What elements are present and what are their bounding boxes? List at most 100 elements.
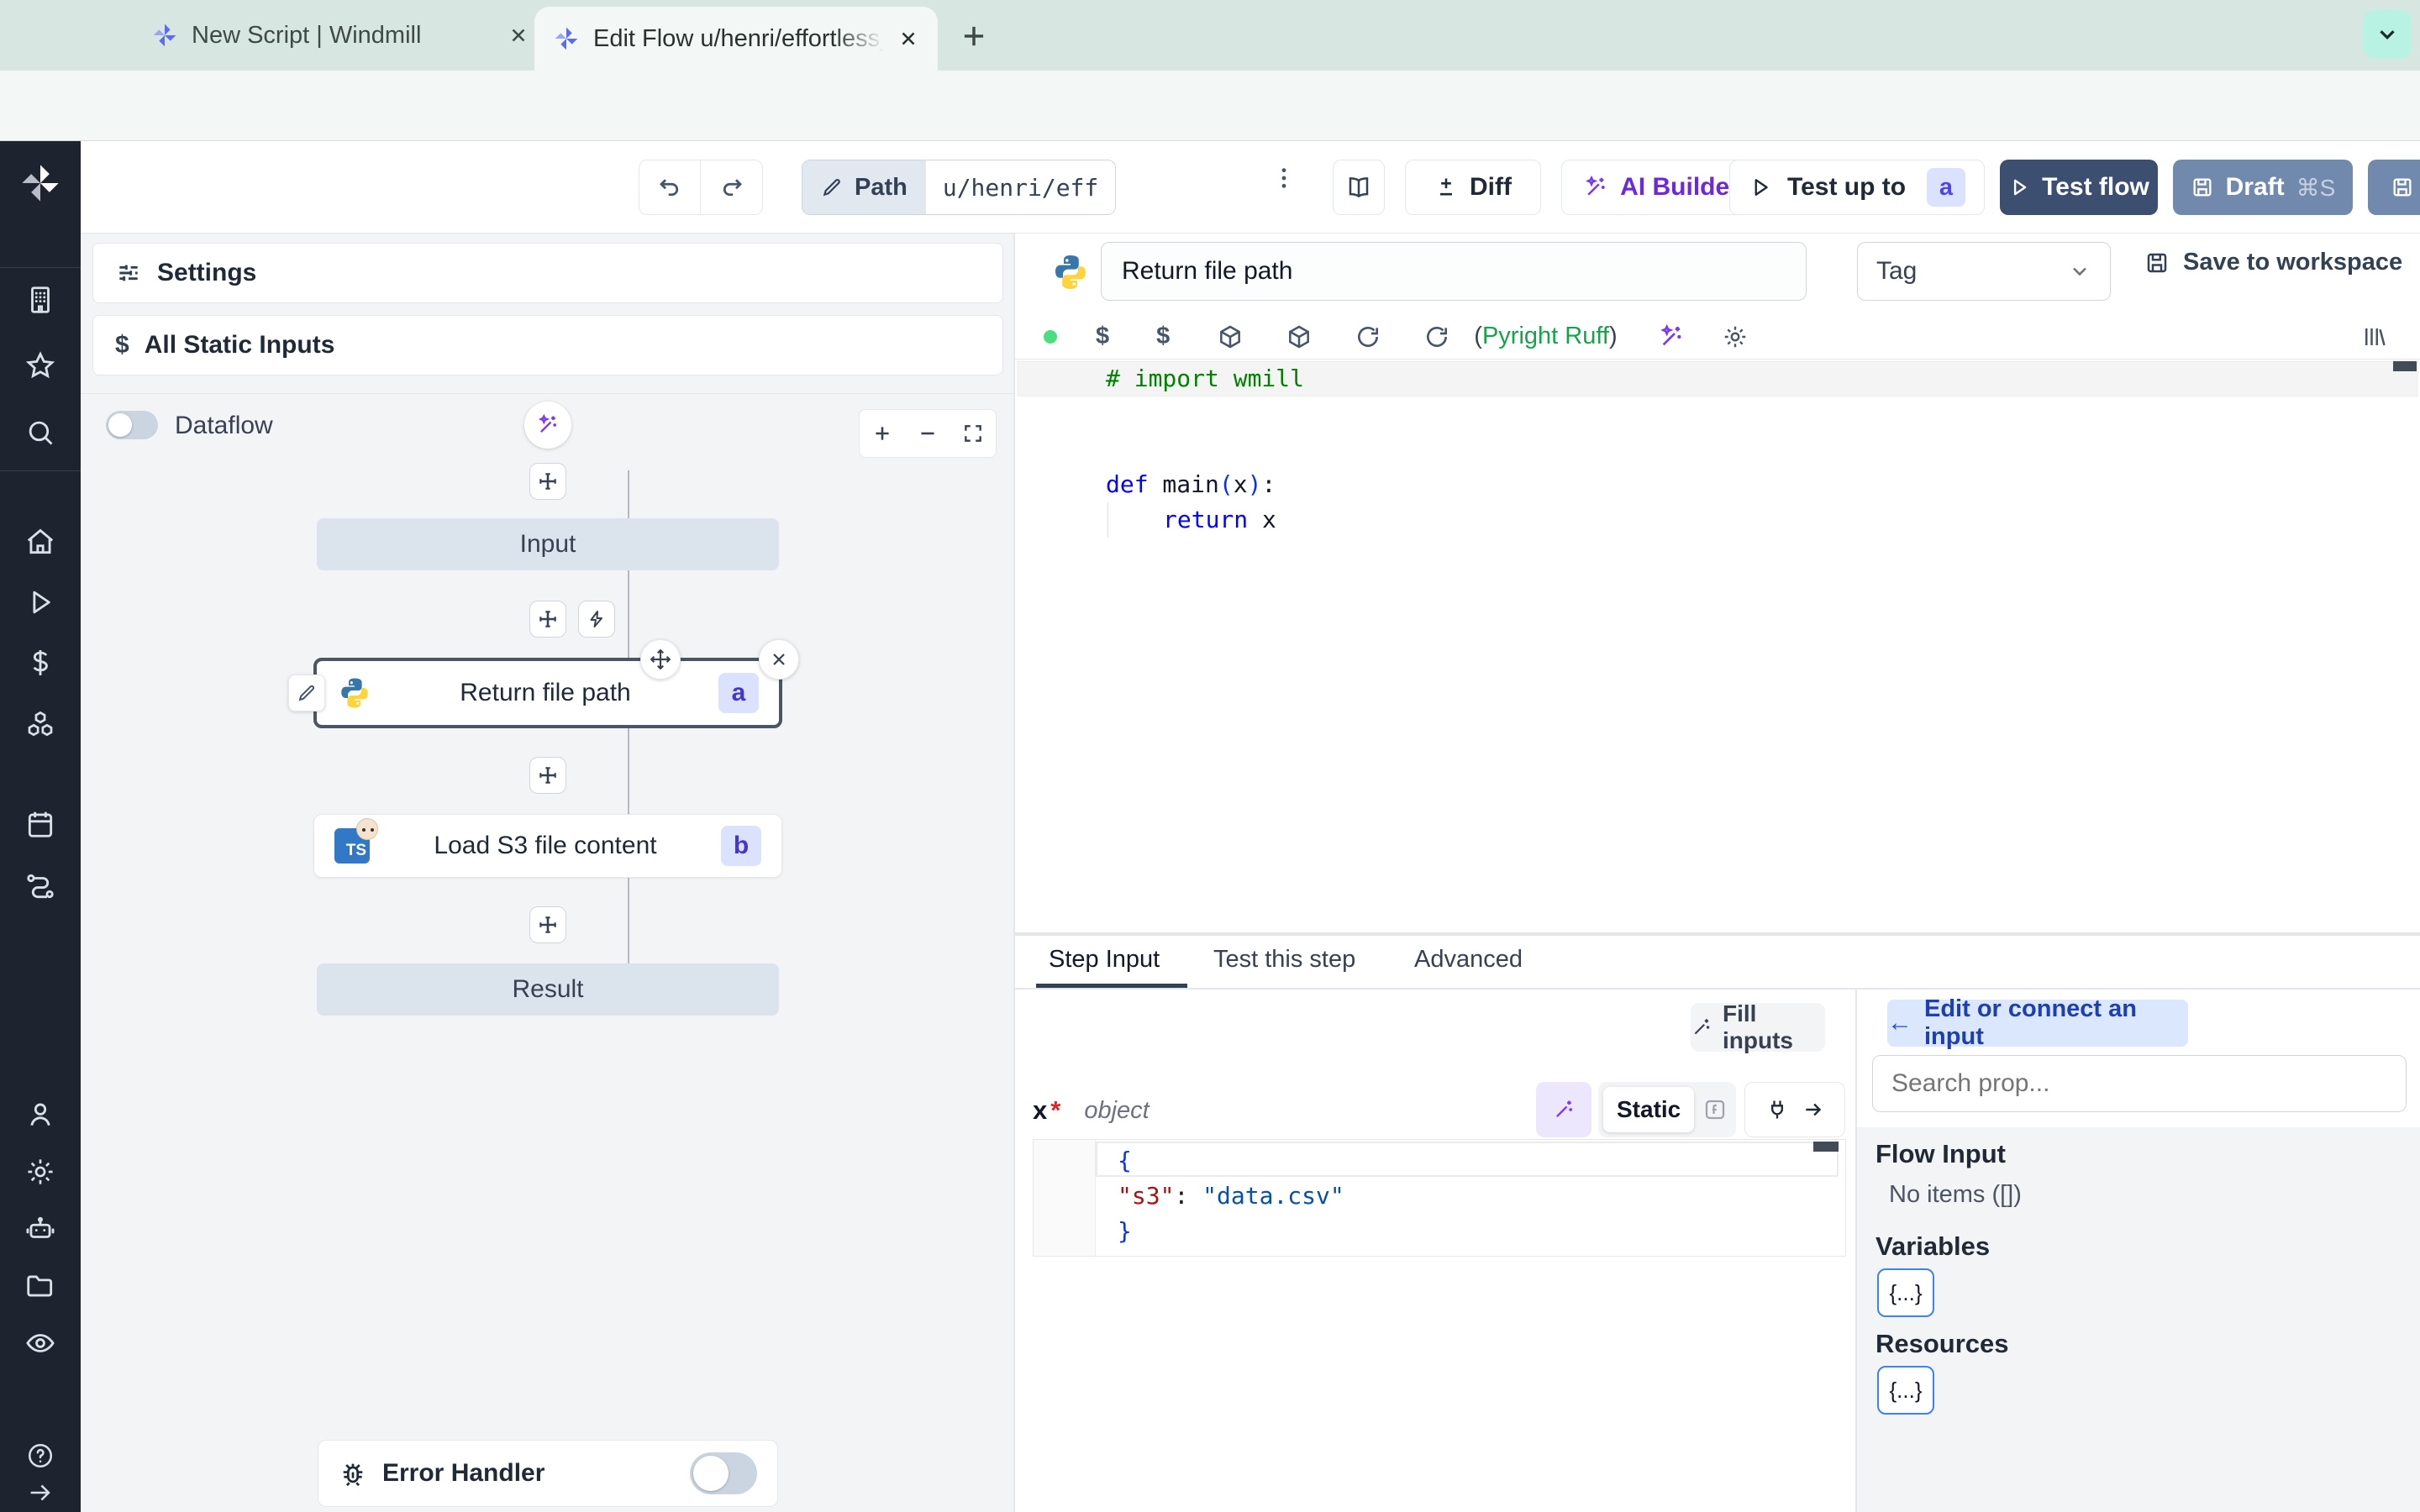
search-icon[interactable] [24,417,56,449]
redo-button[interactable] [701,160,763,215]
fill-inputs-button[interactable]: Fill inputs [1691,1000,1825,1053]
reload-icon[interactable] [1355,323,1381,350]
more-kebab-icon[interactable] [1270,165,1297,192]
add-step-button[interactable] [529,757,566,794]
draft-button[interactable]: Draft ⌘S [2173,160,2353,215]
json-value: "data.csv" [1202,1182,1344,1210]
tab-title: New Script | Windmill [192,21,422,49]
zoom-out-icon[interactable] [917,423,939,444]
resources-cubes-icon[interactable] [24,709,56,741]
browser-tab-active[interactable]: Edit Flow u/henri/effortless_fl [534,7,938,71]
tab-advanced[interactable]: Advanced [1414,946,1523,974]
add-step-button[interactable] [529,601,566,638]
tab-test-this-step[interactable]: Test this step [1213,946,1355,974]
edit-step-button[interactable] [288,675,325,711]
step-node-a[interactable]: Return file path a [313,658,782,728]
test-up-to-button[interactable]: Test up to a [1729,160,1985,215]
package-icon[interactable] [1217,323,1244,350]
editor-gutter [1034,1140,1096,1256]
collapse-arrow-icon[interactable] [26,1478,55,1507]
move-step-handle[interactable] [640,639,681,680]
input-node[interactable]: Input [317,518,779,570]
browser-url-toolbar: app.windmill.dev/flows/edit/u/henri/effo… [0,71,2420,202]
arrow-right-icon[interactable] [1802,1099,1824,1121]
flows-route-icon[interactable] [24,870,56,902]
resources-heading: Resources [1876,1329,2009,1358]
lint-label[interactable]: Pyright Ruff [1482,323,1609,350]
step-input-panel: Fill inputs x * object Static { "s3": "d… [1015,990,1855,1512]
result-node-label: Result [512,975,584,1003]
close-icon[interactable] [897,28,919,50]
windmill-flow-editor: New Script | Windmill Edit Flow u/henri/… [0,0,2420,1512]
workers-robot-icon[interactable] [24,1213,56,1245]
code-editor[interactable]: # import wmill def main(x): return x [1015,360,2420,932]
fullscreen-icon[interactable] [962,423,984,444]
resource-dollar-icon[interactable]: $ [1156,323,1170,350]
graph-ai-button[interactable] [524,402,571,449]
dataflow-toggle[interactable] [106,411,158,439]
delete-step-button[interactable] [759,639,799,680]
add-step-button[interactable] [529,463,566,500]
ai-fill-button[interactable] [1536,1082,1591,1137]
windmill-logo[interactable] [18,161,62,205]
variables-dollar-icon[interactable] [24,647,56,679]
folders-icon[interactable] [24,1270,56,1302]
search-prop-input[interactable] [1872,1055,2407,1112]
path-chip[interactable]: Path u/henri/eff [802,160,1117,215]
ai-wand-icon[interactable] [1658,323,1685,350]
json-arg-editor[interactable]: { "s3": "data.csv" } [1033,1139,1846,1257]
diff-button[interactable]: Diff [1405,160,1541,215]
close-icon[interactable] [508,24,529,46]
panel-divider [81,393,1013,394]
javascript-expr-icon[interactable] [1702,1097,1728,1122]
users-person-icon[interactable] [24,1099,56,1131]
browser-tab-strip: New Script | Windmill Edit Flow u/henri/… [0,0,2420,71]
audit-eye-icon[interactable] [24,1327,56,1359]
add-step-button[interactable] [529,906,566,943]
settings-gear-icon[interactable] [24,1156,56,1188]
fill-inputs-label: Fill inputs [1723,1000,1793,1053]
new-tab-icon[interactable] [958,20,990,52]
path-value: u/henri/eff [942,173,1099,202]
tab-search-chevron-button[interactable] [2363,10,2412,59]
all-static-inputs-button[interactable]: $ All Static Inputs [92,315,1003,375]
reload-icon[interactable] [1423,323,1450,350]
editor-scrollbar[interactable] [1813,1142,1839,1152]
workspace-icon[interactable] [24,284,56,316]
step-node-b[interactable]: TS Load S3 file content b [313,814,782,878]
undo-button[interactable] [639,160,701,215]
edit-connect-button[interactable]: ← Edit or connect an input [1887,995,2188,1050]
result-node[interactable]: Result [317,963,779,1016]
zoom-in-icon[interactable] [871,423,893,444]
ai-builder-label: AI Builder [1620,173,1739,201]
flow-settings-button[interactable]: Settings [92,243,1003,303]
tab-step-input[interactable]: Step Input [1049,946,1160,974]
code-token: ) [1247,470,1262,498]
static-mode-button[interactable]: Static [1603,1087,1695,1132]
package-icon[interactable] [1286,323,1313,350]
save-to-workspace-button[interactable]: Save to workspace [2144,249,2402,276]
variables-object-chip[interactable]: {...} [1877,1268,1934,1317]
error-handler-card[interactable]: Error Handler [318,1440,778,1507]
settings-gear-icon[interactable] [1722,323,1749,350]
help-icon[interactable] [26,1441,55,1470]
plug-icon[interactable] [1765,1098,1789,1121]
browser-tab-inactive[interactable]: New Script | Windmill [151,9,529,61]
home-icon[interactable] [24,526,56,558]
favorites-star-icon[interactable] [24,349,56,381]
code-token: x [1233,470,1248,498]
deploy-button[interactable]: Deploy [2368,160,2420,215]
error-handler-toggle[interactable] [690,1452,757,1494]
editor-scrollbar[interactable] [2393,361,2417,371]
variable-dollar-icon[interactable]: $ [1096,323,1109,350]
tag-select[interactable]: Tag [1857,242,2111,301]
step-title-input[interactable] [1101,242,1807,301]
test-flow-button[interactable]: Test flow [2000,160,2158,215]
runs-play-icon[interactable] [24,586,56,618]
library-icon[interactable] [2361,324,2386,349]
resources-object-chip[interactable]: {...} [1877,1366,1934,1415]
schedules-calendar-icon[interactable] [24,808,56,840]
docs-button[interactable] [1333,160,1385,215]
add-trigger-button[interactable] [578,601,615,638]
play-icon [1754,179,1768,196]
